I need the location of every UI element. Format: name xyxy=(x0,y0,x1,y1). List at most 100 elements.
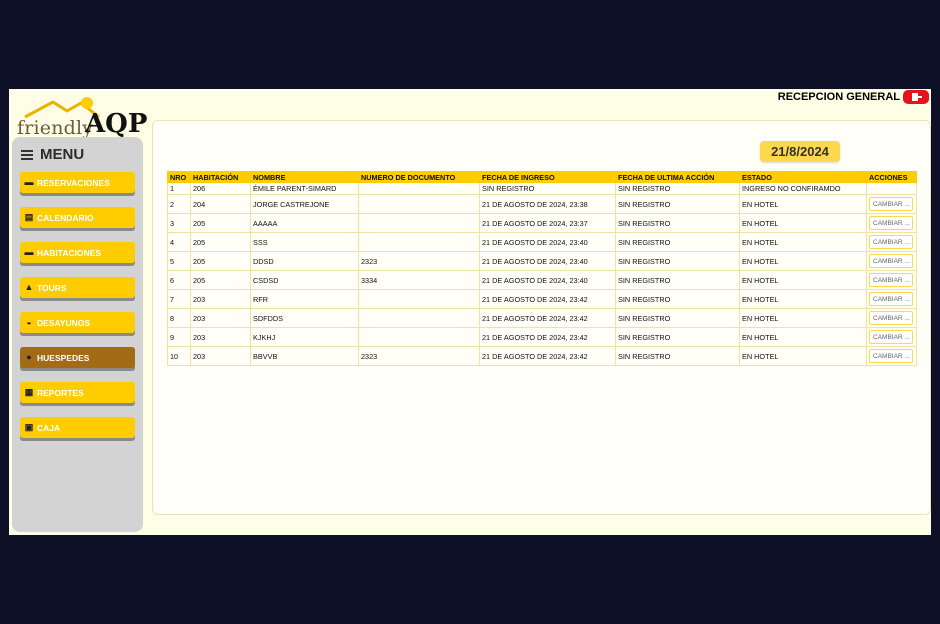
table-row: 1 206 ÉMILE PARENT-SIMARD SIN REGISTRO SIN R… xyxy=(167,182,917,195)
table-cell-acciones: CAMBIAR ... xyxy=(866,270,917,290)
table-cell-habitacion: 205 xyxy=(190,232,251,252)
table-cell-ingreso: 21 DE AGOSTO DE 2024, 23:40 xyxy=(479,270,616,290)
sidebar-item-reportes[interactable]: ▦ REPORTES xyxy=(20,382,135,403)
calendar-icon: ▤ xyxy=(24,212,34,222)
logout-button[interactable] xyxy=(903,90,929,104)
table-cell-ingreso: 21 DE AGOSTO DE 2024, 23:37 xyxy=(479,213,616,233)
table-cell-nombre: BBVVB xyxy=(250,346,359,366)
hamburger-icon[interactable] xyxy=(21,150,33,160)
sidebar-item-tours[interactable]: ▲ TOURS xyxy=(20,277,135,298)
logo-friendly-text: friendly xyxy=(17,117,94,139)
sidebar-item-caja[interactable]: ▣ CAJA xyxy=(20,417,135,438)
cambiar-estado-select[interactable]: CAMBIAR ... xyxy=(869,292,913,306)
table-cell-nro: 7 xyxy=(167,289,191,309)
table-cell-documento: 2323 xyxy=(358,251,480,271)
brand-logo: friendly AQP xyxy=(15,95,147,139)
table-cell-acciones: CAMBIAR ... xyxy=(866,232,917,252)
sidebar-item-label: TOURS xyxy=(37,282,67,293)
table-cell-nro: 9 xyxy=(167,327,191,347)
sidebar-item-huespedes[interactable]: ● HUESPEDES xyxy=(20,347,135,368)
column-header-acciones: ACCIONES xyxy=(866,171,917,183)
table-cell-ultima: SIN REGISTRO xyxy=(615,194,740,214)
table-cell-habitacion: 203 xyxy=(190,346,251,366)
sidebar: MENU ▬ RESERVACIONES ▤ CALENDARIO ▬ HABI… xyxy=(12,137,143,532)
sidebar-item-desayunos[interactable]: ◒ DESAYUNOS xyxy=(20,312,135,333)
table-row: 2 204 JORGE CASTREJONE 21 DE AGOSTO DE 2024… xyxy=(167,194,917,214)
table-cell-documento xyxy=(358,182,480,195)
logo-aqp-text: AQP xyxy=(85,109,148,139)
sidebar-item-reservaciones[interactable]: ▬ RESERVACIONES xyxy=(20,172,135,193)
table-cell-habitacion: 205 xyxy=(190,251,251,271)
column-header-nombre: NOMBRE xyxy=(250,171,359,183)
menu-title: MENU xyxy=(40,146,85,163)
table-cell-documento: 2323 xyxy=(358,346,480,366)
table-cell-ultima: SIN REGISTRO xyxy=(615,232,740,252)
table-cell-ultima: SIN REGISTRO xyxy=(615,289,740,309)
column-header-documento: NUMERO DE DOCUMENTO xyxy=(358,171,480,183)
cambiar-estado-select[interactable]: CAMBIAR ... xyxy=(869,273,913,287)
table-cell-ultima: SIN REGISTRO xyxy=(615,182,740,195)
table-cell-ingreso: 21 DE AGOSTO DE 2024, 23:42 xyxy=(479,346,616,366)
sidebar-item-label: DESAYUNOS xyxy=(37,317,91,328)
table-cell-nro: 6 xyxy=(167,270,191,290)
table-cell-acciones: CAMBIAR ... xyxy=(866,346,917,366)
sidebar-item-habitaciones[interactable]: ▬ HABITACIONES xyxy=(20,242,135,263)
table-cell-ingreso: SIN REGISTRO xyxy=(479,182,616,195)
table-cell-nombre: SSS xyxy=(250,232,359,252)
table-cell-documento: 3334 xyxy=(358,270,480,290)
table-cell-documento xyxy=(358,232,480,252)
table-cell-habitacion: 205 xyxy=(190,213,251,233)
table-row: 9 203 KJKHJ 21 DE AGOSTO DE 2024, 23:42 SIN … xyxy=(167,327,917,347)
cambiar-estado-select[interactable]: CAMBIAR ... xyxy=(869,216,913,230)
bed-icon: ▬ xyxy=(24,247,34,257)
table-cell-ingreso: 21 DE AGOSTO DE 2024, 23:38 xyxy=(479,194,616,214)
table-row: 4 205 SSS 21 DE AGOSTO DE 2024, 23:40 SIN RE… xyxy=(167,232,917,252)
column-header-fecha-ultima-accion: FECHA DE ULTIMA ACCIÓN xyxy=(615,171,740,183)
mountain-icon: ▲ xyxy=(24,282,34,292)
table-row: 3 205 AAAAA 21 DE AGOSTO DE 2024, 23:37 SIN … xyxy=(167,213,917,233)
table-row: 5 205 DDSD 2323 21 DE AGOSTO DE 2024, 23:40 S… xyxy=(167,251,917,271)
column-header-fecha-ingreso: FECHA DE INGRESO xyxy=(479,171,616,183)
table-cell-acciones xyxy=(866,182,917,195)
sidebar-item-label: REPORTES xyxy=(37,387,84,398)
table-cell-nombre: SDFDDS xyxy=(250,308,359,328)
table-cell-estado: EN HOTEL xyxy=(739,346,867,366)
table-cell-habitacion: 203 xyxy=(190,327,251,347)
breakfast-icon: ◒ xyxy=(26,317,32,327)
cambiar-estado-select[interactable]: CAMBIAR ... xyxy=(869,349,913,363)
table-cell-nombre: AAAAA xyxy=(250,213,359,233)
table-cell-estado: EN HOTEL xyxy=(739,289,867,309)
table-cell-nro: 2 xyxy=(167,194,191,214)
column-header-estado: ESTADO xyxy=(739,171,867,183)
cambiar-estado-select[interactable]: CAMBIAR ... xyxy=(869,311,913,325)
table-cell-acciones: CAMBIAR ... xyxy=(866,213,917,233)
table-cell-acciones: CAMBIAR ... xyxy=(866,289,917,309)
user-role-label: RECEPCION GENERAL xyxy=(777,91,900,103)
table-cell-ingreso: 21 DE AGOSTO DE 2024, 23:40 xyxy=(479,251,616,271)
cambiar-estado-select[interactable]: CAMBIAR ... xyxy=(869,235,913,249)
table-cell-acciones: CAMBIAR ... xyxy=(866,194,917,214)
table-row: 8 203 SDFDDS 21 DE AGOSTO DE 2024, 23:42 SIN… xyxy=(167,308,917,328)
cambiar-estado-select[interactable]: CAMBIAR ... xyxy=(869,197,913,211)
table-cell-nombre: JORGE CASTREJONE xyxy=(250,194,359,214)
table-cell-documento xyxy=(358,327,480,347)
table-cell-estado: EN HOTEL xyxy=(739,213,867,233)
table-cell-documento xyxy=(358,308,480,328)
table-cell-nro: 10 xyxy=(167,346,191,366)
table-cell-estado: INGRESO NO CONFIRAMDO xyxy=(739,182,867,195)
table-cell-habitacion: 204 xyxy=(190,194,251,214)
report-icon: ▦ xyxy=(24,387,34,397)
table-cell-nro: 5 xyxy=(167,251,191,271)
cambiar-estado-select[interactable]: CAMBIAR ... xyxy=(869,330,913,344)
sidebar-item-label: HABITACIONES xyxy=(37,247,102,258)
cambiar-estado-select[interactable]: CAMBIAR ... xyxy=(869,254,913,268)
guests-icon: ● xyxy=(26,352,32,362)
table-cell-nro: 1 xyxy=(167,182,191,195)
table-cell-habitacion: 203 xyxy=(190,289,251,309)
table-cell-nro: 8 xyxy=(167,308,191,328)
sidebar-item-calendario[interactable]: ▤ CALENDARIO xyxy=(20,207,135,228)
table-cell-nombre: DDSD xyxy=(250,251,359,271)
sidebar-item-label: CAJA xyxy=(37,422,61,433)
table-cell-acciones: CAMBIAR ... xyxy=(866,327,917,347)
table-cell-ingreso: 21 DE AGOSTO DE 2024, 23:42 xyxy=(479,289,616,309)
